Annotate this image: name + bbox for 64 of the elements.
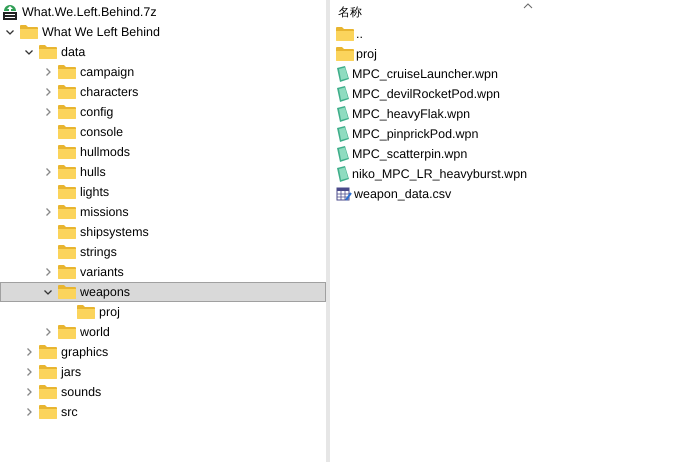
tree-item[interactable]: missions [0, 202, 326, 222]
folder-icon [39, 45, 57, 59]
tree-item[interactable]: shipsystems [0, 222, 326, 242]
folder-icon [58, 105, 76, 119]
chevron-icon[interactable] [24, 47, 34, 57]
folder-icon [58, 125, 76, 139]
folder-icon [336, 47, 354, 61]
folder-icon [58, 225, 76, 239]
tree-item[interactable]: lights [0, 182, 326, 202]
tree-item[interactable]: jars [0, 362, 326, 382]
archive-name[interactable]: What.We.Left.Behind.7z [22, 5, 157, 19]
document-icon [336, 66, 350, 82]
folder-icon [39, 405, 57, 419]
file-item[interactable]: weapon_data.csv [336, 184, 452, 204]
folder-icon [58, 245, 76, 259]
file-item[interactable]: .. [336, 24, 363, 44]
folder-icon [39, 365, 57, 379]
tree-item[interactable]: characters [0, 82, 326, 102]
tree-item[interactable]: strings [0, 242, 326, 262]
file-item[interactable]: MPC_devilRocketPod.wpn [336, 84, 500, 104]
folder-icon [58, 205, 76, 219]
folder-icon [39, 345, 57, 359]
folder-icon [58, 165, 76, 179]
tree-item[interactable]: console [0, 122, 326, 142]
file-item[interactable]: MPC_pinprickPod.wpn [336, 124, 478, 144]
file-item[interactable]: niko_MPC_LR_heavyburst.wpn [336, 164, 528, 184]
document-icon [336, 106, 350, 122]
folder-icon [58, 185, 76, 199]
file-item[interactable]: MPC_cruiseLauncher.wpn [336, 64, 498, 84]
tree-item[interactable]: What We Left Behind [0, 22, 326, 42]
chevron-icon[interactable] [43, 287, 53, 297]
folder-icon [336, 27, 354, 41]
sort-caret-icon[interactable] [523, 3, 533, 9]
folder-icon [58, 265, 76, 279]
folder-icon [77, 305, 95, 319]
tree-item[interactable]: data [0, 42, 326, 62]
tree-item[interactable]: config [0, 102, 326, 122]
tree-item[interactable]: campaign [0, 62, 326, 82]
tree-item[interactable]: src [0, 402, 326, 422]
document-icon [336, 126, 350, 142]
tree-item[interactable]: world [0, 322, 326, 342]
document-icon [336, 146, 350, 162]
file-item[interactable]: MPC_scatterpin.wpn [336, 144, 468, 164]
folder-icon [39, 385, 57, 399]
folder-icon [58, 145, 76, 159]
folder-icon [58, 325, 76, 339]
folder-icon [20, 25, 38, 39]
tree-item[interactable]: graphics [0, 342, 326, 362]
tree-item[interactable]: hulls [0, 162, 326, 182]
tree-item[interactable]: sounds [0, 382, 326, 402]
file-item[interactable]: MPC_heavyFlak.wpn [336, 104, 470, 124]
file-item[interactable]: proj [336, 44, 377, 64]
column-header[interactable]: 名称 [336, 4, 362, 20]
tree-item[interactable]: proj [0, 302, 326, 322]
folder-icon [58, 85, 76, 99]
document-icon [336, 86, 350, 102]
tree-item[interactable]: variants [0, 262, 326, 282]
spreadsheet-icon [336, 186, 352, 202]
tree-item[interactable]: weapons [0, 282, 326, 302]
chevron-icon[interactable] [5, 27, 15, 37]
folder-icon [58, 65, 76, 79]
folder-icon [58, 285, 76, 299]
tree-item[interactable]: hullmods [0, 142, 326, 162]
document-icon [336, 166, 350, 182]
